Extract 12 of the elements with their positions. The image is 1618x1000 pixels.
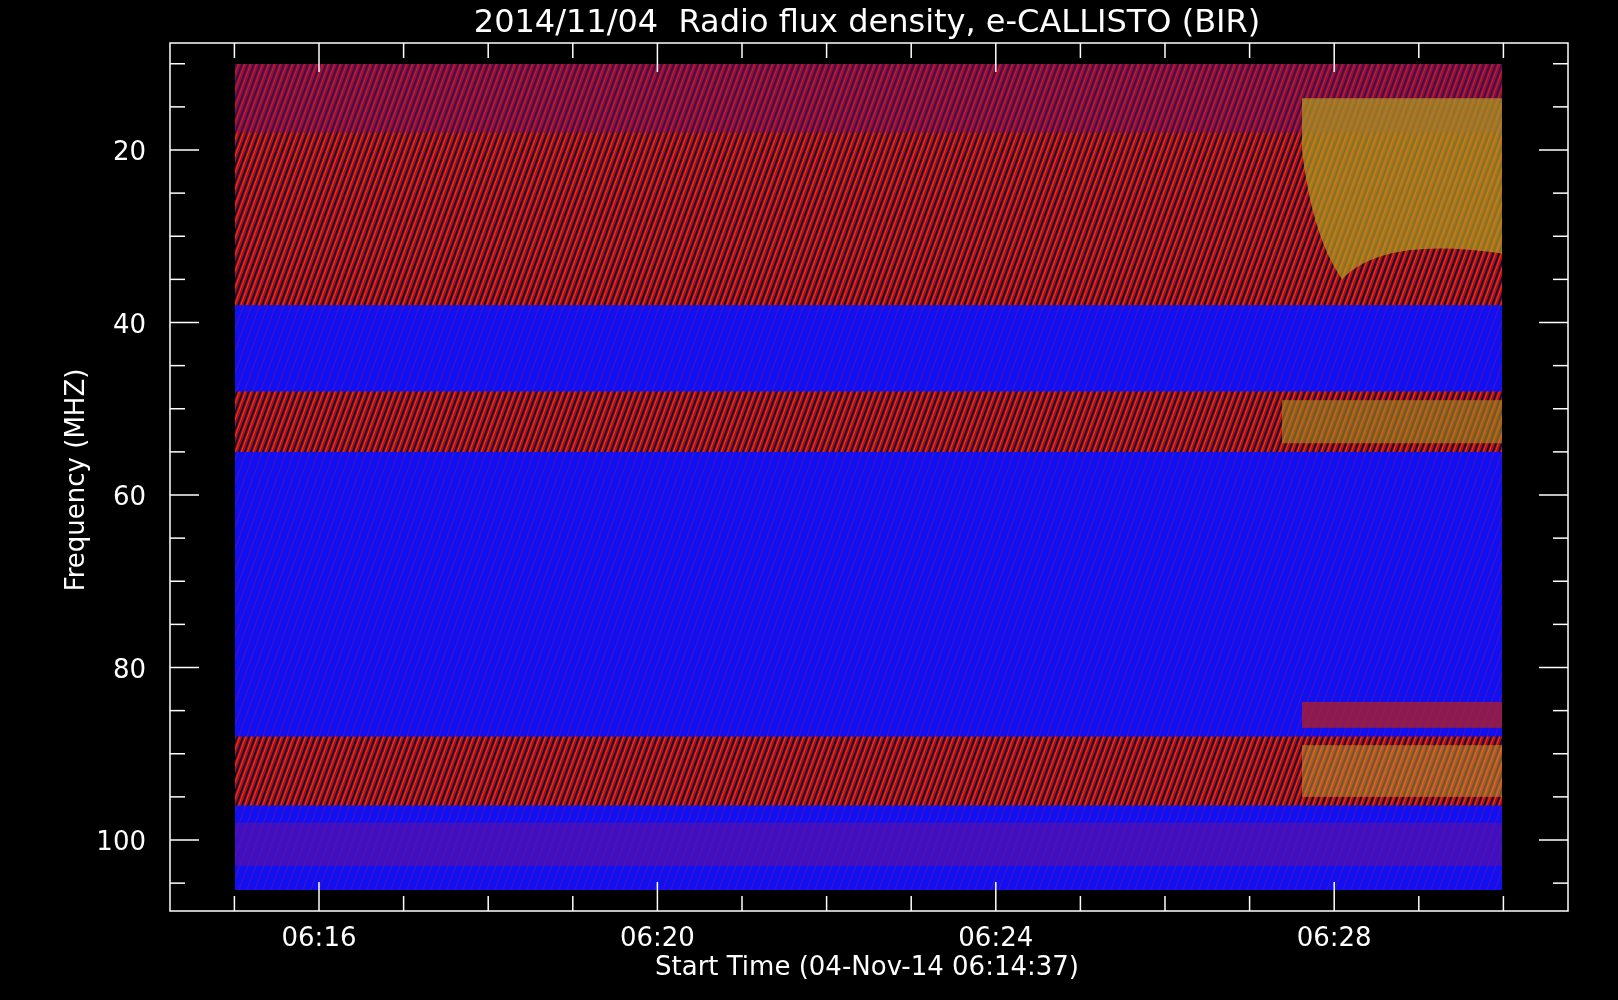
tick-label: 100 (96, 826, 146, 856)
tick-label: 60 (112, 481, 146, 511)
tick-label: 06:20 (619, 922, 695, 952)
tick-label: 06:16 (281, 922, 357, 952)
tick-label: 06:24 (958, 922, 1034, 952)
tick-label: 20 (112, 136, 146, 166)
axis-label: Start Time (04-Nov-14 06:14:37) (655, 951, 1079, 981)
tick-label: 40 (112, 308, 146, 339)
tick-label: 06:28 (1296, 922, 1372, 952)
axis-label: Frequency (MHZ) (60, 368, 90, 592)
tick-label: 80 (112, 653, 146, 684)
chart-title: 2014/11/04 Radio flux density, e-CALLISTO (BIR) (473, 2, 1261, 40)
